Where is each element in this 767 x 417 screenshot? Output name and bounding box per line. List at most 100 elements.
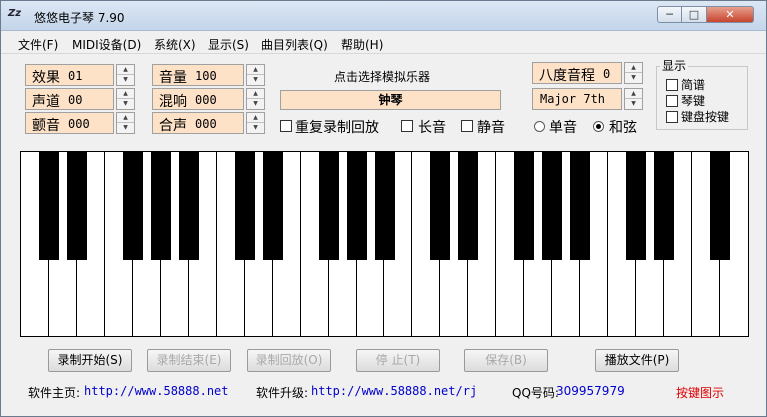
spin-down-icon[interactable]: ▼ <box>247 75 264 85</box>
maximize-button[interactable]: □ <box>682 6 707 23</box>
chord-radio[interactable] <box>593 121 604 132</box>
save-button[interactable]: 保存(B) <box>464 349 548 372</box>
menu-track-list[interactable]: 曲目列表(Q) <box>261 36 328 53</box>
display-group-title: 显示 <box>660 57 689 74</box>
chord-type-spinner[interactable]: ▲ ▼ <box>624 88 643 110</box>
vibrato-spinner[interactable]: ▲ ▼ <box>116 112 135 134</box>
spin-down-icon[interactable]: ▼ <box>625 99 642 109</box>
spin-up-icon[interactable]: ▲ <box>247 65 264 75</box>
app-logo-icon: Zz <box>8 8 22 19</box>
black-key[interactable] <box>654 152 675 260</box>
black-key[interactable] <box>514 152 535 260</box>
title-bar: Zz 悠悠电子琴 7.90 ─ □ ✕ <box>1 1 766 31</box>
homepage-link[interactable]: http://www.58888.net <box>84 384 229 398</box>
mute-label: 静音 <box>477 120 505 136</box>
close-button[interactable]: ✕ <box>707 6 754 23</box>
menu-file[interactable]: 文件(F) <box>18 36 58 53</box>
upgrade-label: 软件升级: <box>256 386 309 400</box>
notation-checkbox[interactable] <box>666 79 678 91</box>
single-note-label: 单音 <box>549 120 577 136</box>
black-key[interactable] <box>122 152 143 260</box>
menu-display[interactable]: 显示(S) <box>208 36 249 53</box>
reverb-value: 000 <box>195 93 217 107</box>
octave-label: 八度音程 <box>539 68 595 84</box>
chorus-value: 000 <box>195 117 217 131</box>
spin-up-icon[interactable]: ▲ <box>247 113 264 123</box>
volume-spinner[interactable]: ▲ ▼ <box>246 64 265 86</box>
spin-up-icon[interactable]: ▲ <box>625 63 642 73</box>
spin-down-icon[interactable]: ▼ <box>117 123 134 133</box>
chord-label: 和弦 <box>609 120 637 136</box>
reverb-spinner[interactable]: ▲ ▼ <box>246 88 265 110</box>
black-key[interactable] <box>458 152 479 260</box>
black-key[interactable] <box>570 152 591 260</box>
sustain-checkbox[interactable] <box>401 120 413 132</box>
radio-selected-icon <box>596 124 601 129</box>
upgrade-link[interactable]: http://www.58888.net/rj <box>311 384 477 398</box>
piano-keys-checkbox[interactable] <box>666 95 678 107</box>
piano-keyboard[interactable] <box>20 151 749 337</box>
spin-down-icon[interactable]: ▼ <box>117 75 134 85</box>
octave-field: 八度音程 0 <box>532 62 622 84</box>
sustain-label: 长音 <box>418 120 446 136</box>
black-key[interactable] <box>234 152 255 260</box>
record-end-button[interactable]: 录制结束(E) <box>147 349 231 372</box>
black-key[interactable] <box>542 152 563 260</box>
instrument-selector[interactable]: 钟琴 <box>280 90 501 110</box>
spin-up-icon[interactable]: ▲ <box>247 89 264 99</box>
black-key[interactable] <box>430 152 451 260</box>
black-key[interactable] <box>66 152 87 260</box>
play-file-button[interactable]: 播放文件(P) <box>595 349 679 372</box>
menu-system[interactable]: 系统(X) <box>154 36 196 53</box>
octave-spinner[interactable]: ▲ ▼ <box>624 62 643 84</box>
black-key[interactable] <box>710 152 731 260</box>
spin-down-icon[interactable]: ▼ <box>117 99 134 109</box>
black-key[interactable] <box>318 152 339 260</box>
black-key[interactable] <box>150 152 171 260</box>
vibrato-value: 000 <box>68 117 90 131</box>
spin-down-icon[interactable]: ▼ <box>247 123 264 133</box>
black-key[interactable] <box>38 152 59 260</box>
reverb-field: 混响 000 <box>152 88 244 110</box>
menu-midi-device[interactable]: MIDI设备(D) <box>72 36 141 53</box>
vibrato-label: 颤音 <box>32 118 60 134</box>
vibrato-field: 颤音 000 <box>25 112 114 134</box>
stop-button[interactable]: 停 止(T) <box>356 349 440 372</box>
menu-bar: 文件(F) MIDI设备(D) 系统(X) 显示(S) 曲目列表(Q) 帮助(H… <box>1 32 766 54</box>
keyboard-keys-checkbox[interactable] <box>666 111 678 123</box>
spin-up-icon[interactable]: ▲ <box>117 89 134 99</box>
octave-value: 0 <box>603 67 611 81</box>
black-key[interactable] <box>178 152 199 260</box>
spin-up-icon[interactable]: ▲ <box>117 113 134 123</box>
qq-label: QQ号码: <box>512 386 559 400</box>
spin-up-icon[interactable]: ▲ <box>625 89 642 99</box>
effect-value: 01 <box>68 69 83 83</box>
single-note-radio[interactable] <box>534 121 545 132</box>
app-window: Zz 悠悠电子琴 7.90 ─ □ ✕ 文件(F) MIDI设备(D) 系统(X… <box>0 0 767 417</box>
spin-down-icon[interactable]: ▼ <box>625 73 642 83</box>
black-key[interactable] <box>626 152 647 260</box>
repeat-checkbox[interactable] <box>280 120 292 132</box>
record-playback-button[interactable]: 录制回放(O) <box>247 349 331 372</box>
black-key[interactable] <box>346 152 367 260</box>
chord-type-value: Major 7th <box>540 92 606 106</box>
notation-label: 简谱 <box>681 78 706 92</box>
channel-spinner[interactable]: ▲ ▼ <box>116 88 135 110</box>
piano-keys-label: 琴键 <box>681 94 706 108</box>
black-key[interactable] <box>374 152 395 260</box>
effect-field: 效果 01 <box>25 64 114 86</box>
chorus-spinner[interactable]: ▲ ▼ <box>246 112 265 134</box>
key-diagram-link[interactable]: 按键图示 <box>676 384 724 401</box>
spin-down-icon[interactable]: ▼ <box>247 99 264 109</box>
chord-type-field: Major 7th <box>532 88 622 110</box>
minimize-button[interactable]: ─ <box>657 6 682 23</box>
effect-spinner[interactable]: ▲ ▼ <box>116 64 135 86</box>
instrument-prompt: 点击选择模拟乐器 <box>334 70 431 84</box>
volume-value: 100 <box>195 69 217 83</box>
mute-checkbox[interactable] <box>461 120 473 132</box>
window-title: 悠悠电子琴 7.90 <box>34 11 125 25</box>
spin-up-icon[interactable]: ▲ <box>117 65 134 75</box>
black-key[interactable] <box>262 152 283 260</box>
menu-help[interactable]: 帮助(H) <box>341 36 383 53</box>
record-start-button[interactable]: 录制开始(S) <box>48 349 132 372</box>
